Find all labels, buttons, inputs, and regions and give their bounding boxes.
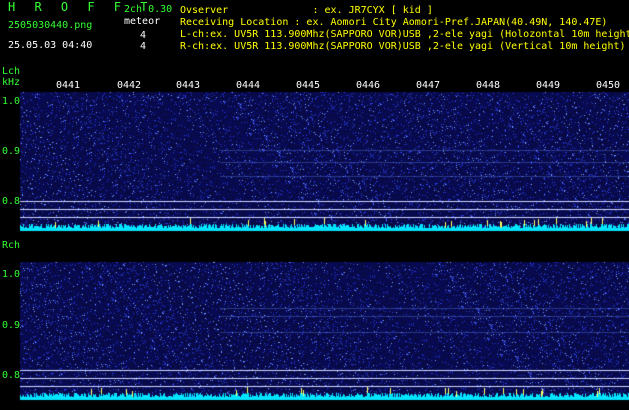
time-tick-0441: 0441 <box>56 80 81 91</box>
waterfall-spectrogram <box>0 0 629 410</box>
lch-tick-1-0: 1.0 <box>2 96 21 107</box>
rch-panel-label: Rch <box>2 240 21 251</box>
time-tick-0448: 0448 <box>476 80 501 91</box>
location-line: Receiving Location : ex. Aomori City Aom… <box>180 17 608 28</box>
lch-tick-0-9: 0.9 <box>2 146 21 157</box>
rch-count: 4 <box>140 41 147 52</box>
mode-label: 2ch 0.30 <box>124 4 173 15</box>
khz-unit-label: kHz <box>2 77 21 88</box>
time-tick-0442: 0442 <box>117 80 142 91</box>
rch-info-line: R-ch:ex. UV5R 113.900Mhz(SAPPORO VOR)USB… <box>180 41 626 52</box>
rch-tick-1-0: 1.0 <box>2 269 21 280</box>
time-tick-0444: 0444 <box>236 80 261 91</box>
time-tick-0450: 0450 <box>596 80 621 91</box>
datetime-label: 25.05.03 04:40 <box>8 40 93 51</box>
time-tick-0449: 0449 <box>536 80 561 91</box>
event-label: meteor <box>124 16 161 27</box>
time-tick-0446: 0446 <box>356 80 381 91</box>
rch-tick-0-9: 0.9 <box>2 320 21 331</box>
lch-count: 4 <box>140 30 147 41</box>
lch-panel-label: Lch <box>2 66 21 77</box>
lch-tick-0-8: 0.8 <box>2 196 21 207</box>
time-tick-0443: 0443 <box>176 80 201 91</box>
time-tick-0445: 0445 <box>296 80 321 91</box>
observer-line: Ovserver : ex. JR7CYX [ kid ] <box>180 5 433 16</box>
time-tick-0447: 0447 <box>416 80 441 91</box>
filename-label: 2505030440.png <box>8 20 93 31</box>
lch-info-line: L-ch:ex. UV5R 113.900Mhz(SAPPORO VOR)USB… <box>180 29 629 40</box>
rch-tick-0-8: 0.8 <box>2 370 21 381</box>
